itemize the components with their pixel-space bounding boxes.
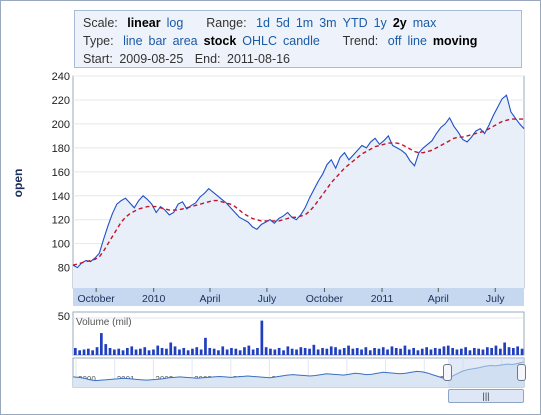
start-label: Start:	[83, 52, 113, 66]
scale-option-log[interactable]: log	[167, 16, 184, 30]
type-option-stock[interactable]: stock	[204, 34, 237, 48]
navigator-scrollbar-grip: |||	[482, 391, 490, 401]
range-option-3m[interactable]: 3m	[319, 16, 336, 30]
trend-option-moving[interactable]: moving	[433, 34, 477, 48]
type-option-line[interactable]: line	[123, 34, 142, 48]
range-option-1m[interactable]: 1m	[296, 16, 313, 30]
trend-option-line[interactable]: line	[407, 34, 426, 48]
range-option-1d[interactable]: 1d	[256, 16, 270, 30]
end-label: End:	[194, 52, 221, 66]
scale-label: Scale:	[83, 16, 118, 30]
type-option-bar[interactable]: bar	[149, 34, 167, 48]
controls-row-1: Scale: linear log Range: 1d 5d 1m 3m YTD 1y 2y m…	[83, 14, 513, 32]
controls-row-2: Type: line bar area stock OHLC candle Trend: …	[83, 32, 513, 50]
start-date-value: 2009-08-25	[119, 52, 184, 66]
scale-option-linear[interactable]: linear	[127, 16, 160, 30]
trend-label: Trend:	[342, 34, 379, 48]
range-option-1y[interactable]: 1y	[374, 16, 387, 30]
range-option-max[interactable]: max	[413, 16, 437, 30]
end-date-value: 2011-08-16	[227, 52, 291, 66]
range-option-ytd[interactable]: YTD	[343, 16, 368, 30]
range-option-5d[interactable]: 5d	[276, 16, 290, 30]
type-label: Type:	[83, 34, 114, 48]
trend-option-off[interactable]: off	[388, 34, 402, 48]
type-option-area[interactable]: area	[173, 34, 198, 48]
type-option-ohlc[interactable]: OHLC	[242, 34, 277, 48]
range-option-2y[interactable]: 2y	[393, 16, 407, 30]
navigator-left-handle[interactable]	[443, 364, 452, 381]
navigator-scrollbar[interactable]: |||	[448, 389, 524, 403]
range-label: Range:	[206, 16, 247, 30]
chart-controls-panel: Scale: linear log Range: 1d 5d 1m 3m YTD 1y 2y m…	[74, 10, 522, 68]
navigator-right-handle[interactable]	[517, 364, 526, 381]
type-option-candle[interactable]: candle	[283, 34, 320, 48]
controls-row-3: Start: 2009-08-25 End: 2011-08-16	[83, 50, 513, 68]
